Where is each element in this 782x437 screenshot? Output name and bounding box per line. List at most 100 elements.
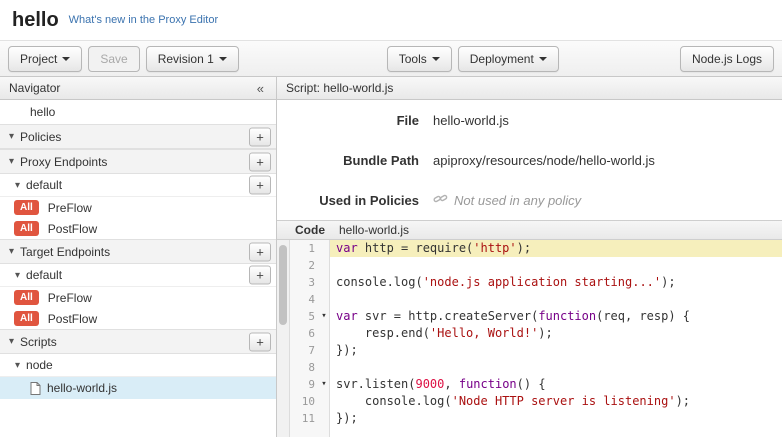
not-used-text: Not used in any policy <box>454 193 581 208</box>
file-name-label: hello-world.js <box>47 381 117 395</box>
code-token: var <box>336 241 358 255</box>
toolbar-left-group: Project Save Revision 1 <box>8 46 239 72</box>
flow-condition-badge: All <box>14 221 39 236</box>
code-token: console.log( <box>336 275 423 289</box>
code-token: 'http' <box>473 241 516 255</box>
code-text[interactable]: resp.end('Hello, World!'); <box>330 325 782 342</box>
deployment-dropdown-button[interactable]: Deployment <box>458 46 559 72</box>
toolbar: Project Save Revision 1 Tools Deployment… <box>0 40 782 77</box>
code-line[interactable]: 10 console.log('Node HTTP server is list… <box>290 393 782 410</box>
tools-dropdown-button[interactable]: Tools <box>387 46 452 72</box>
navigator-tree: hello ▾ Policies + ▾ Proxy Endpoints + ▾… <box>0 100 276 437</box>
code-editor[interactable]: 1var http = require('http');23console.lo… <box>277 240 782 437</box>
code-text[interactable] <box>330 291 782 308</box>
code-line[interactable]: 7}); <box>290 342 782 359</box>
section-proxy-endpoints[interactable]: ▾ Proxy Endpoints + <box>0 149 276 174</box>
caret-down-icon[interactable]: ▾ <box>9 156 14 167</box>
flow-label: PostFlow <box>48 312 97 326</box>
code-line[interactable]: 6 resp.end('Hello, World!'); <box>290 325 782 342</box>
code-text[interactable]: svr.listen(9000, function() { <box>330 376 782 393</box>
line-number: 8 <box>290 359 318 376</box>
fold-spacer <box>318 342 330 359</box>
fold-spacer <box>318 274 330 291</box>
add-script-button[interactable]: + <box>249 332 271 351</box>
add-target-flow-button[interactable]: + <box>249 266 271 285</box>
code-token: ); <box>661 275 675 289</box>
nav-item-node-folder[interactable]: ▾ node <box>0 354 276 377</box>
fold-spacer <box>318 240 330 257</box>
collapse-navigator-icon[interactable]: « <box>254 81 267 96</box>
nav-item-hello-world-js[interactable]: hello-world.js <box>0 377 276 399</box>
code-token: 'Node HTTP server is listening' <box>452 394 676 408</box>
scrollbar-thumb[interactable] <box>279 245 287 325</box>
section-scripts[interactable]: ▾ Scripts + <box>0 329 276 354</box>
bundle-path-value: apiproxy/resources/node/hello-world.js <box>419 153 655 168</box>
caret-down-icon[interactable]: ▾ <box>9 246 14 257</box>
code-line[interactable]: 5▾var svr = http.createServer(function(r… <box>290 308 782 325</box>
add-policy-button[interactable]: + <box>249 127 271 146</box>
revision-label: Revision 1 <box>158 52 214 66</box>
code-line[interactable]: 11}); <box>290 410 782 427</box>
caret-down-icon[interactable]: ▾ <box>15 270 20 281</box>
caret-down-icon[interactable]: ▾ <box>15 180 20 191</box>
section-policies[interactable]: ▾ Policies + <box>0 124 276 149</box>
code-line[interactable]: 3console.log('node.js application starti… <box>290 274 782 291</box>
group-label: default <box>26 268 62 282</box>
code-text[interactable]: console.log('Node HTTP server is listeni… <box>330 393 782 410</box>
code-token: () { <box>517 377 546 391</box>
nav-item-target-default[interactable]: ▾ default + <box>0 264 276 287</box>
code-line[interactable]: 8 <box>290 359 782 376</box>
line-number: 7 <box>290 342 318 359</box>
code-token: 9000 <box>415 377 444 391</box>
nav-item-proxy-postflow[interactable]: All PostFlow <box>0 218 276 239</box>
code-panel-header: Code hello-world.js <box>277 220 782 240</box>
add-target-endpoint-button[interactable]: + <box>249 242 271 261</box>
code-line[interactable]: 4 <box>290 291 782 308</box>
code-text[interactable] <box>330 257 782 274</box>
fold-arrow-icon[interactable]: ▾ <box>318 308 330 325</box>
nav-item-proxy-default[interactable]: ▾ default + <box>0 174 276 197</box>
page-title: hello <box>12 9 59 32</box>
code-token: svr = http.createServer( <box>358 309 539 323</box>
caret-down-icon[interactable]: ▾ <box>15 360 20 371</box>
line-number: 2 <box>290 257 318 274</box>
file-field-label: File <box>277 113 419 128</box>
code-line[interactable]: 9▾svr.listen(9000, function() { <box>290 376 782 393</box>
revision-dropdown-button[interactable]: Revision 1 <box>146 46 239 72</box>
apigee-proxy-editor: hello What's new in the Proxy Editor Pro… <box>0 0 782 437</box>
nav-item-target-preflow[interactable]: All PreFlow <box>0 287 276 308</box>
fold-spacer <box>318 257 330 274</box>
broken-link-icon <box>433 192 448 208</box>
add-proxy-endpoint-button[interactable]: + <box>249 152 271 171</box>
code-token: 'Hello, World!' <box>430 326 538 340</box>
editor-scrollbar[interactable] <box>277 240 290 437</box>
group-label: default <box>26 178 62 192</box>
code-text[interactable]: var svr = http.createServer(function(req… <box>330 308 782 325</box>
page-header: hello What's new in the Proxy Editor <box>0 0 782 40</box>
toolbar-right-group: Node.js Logs <box>680 46 774 72</box>
nav-item-label: hello <box>30 105 55 119</box>
code-line[interactable]: 1var http = require('http'); <box>290 240 782 257</box>
nav-item-target-postflow[interactable]: All PostFlow <box>0 308 276 329</box>
code-text[interactable]: var http = require('http'); <box>330 240 782 257</box>
flow-label: PostFlow <box>48 222 97 236</box>
code-text[interactable] <box>330 359 782 376</box>
code-token: , <box>444 377 458 391</box>
nodejs-logs-button[interactable]: Node.js Logs <box>680 46 774 72</box>
fold-arrow-icon[interactable]: ▾ <box>318 376 330 393</box>
section-label: Proxy Endpoints <box>20 155 107 169</box>
caret-down-icon[interactable]: ▾ <box>9 131 14 142</box>
code-line[interactable]: 2 <box>290 257 782 274</box>
code-text[interactable]: console.log('node.js application startin… <box>330 274 782 291</box>
nav-item-hello[interactable]: hello <box>0 100 276 124</box>
tools-label: Tools <box>399 52 427 66</box>
whats-new-link[interactable]: What's new in the Proxy Editor <box>69 14 218 26</box>
nav-item-proxy-preflow[interactable]: All PreFlow <box>0 197 276 218</box>
code-text[interactable]: }); <box>330 342 782 359</box>
project-dropdown-button[interactable]: Project <box>8 46 82 72</box>
code-text[interactable]: }); <box>330 410 782 427</box>
code-token: 'node.js application starting...' <box>423 275 661 289</box>
section-target-endpoints[interactable]: ▾ Target Endpoints + <box>0 239 276 264</box>
add-proxy-flow-button[interactable]: + <box>249 176 271 195</box>
caret-down-icon[interactable]: ▾ <box>9 336 14 347</box>
